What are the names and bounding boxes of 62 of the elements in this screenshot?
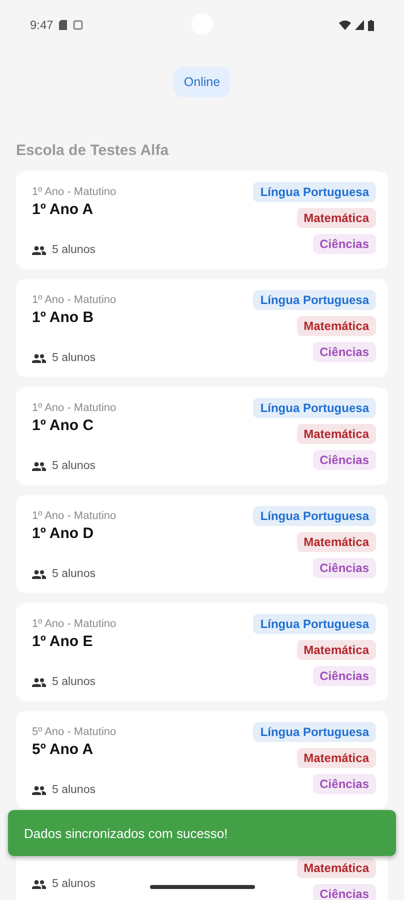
subject-tag: Língua Portuguesa xyxy=(253,182,376,202)
class-name: 5º Ano A xyxy=(32,741,94,758)
student-count: 5 alunos xyxy=(52,784,96,796)
subject-tag: Ciências xyxy=(312,342,376,362)
people-icon xyxy=(32,462,46,470)
class-name: 1º Ano B xyxy=(32,309,95,326)
subject-tag: Língua Portuguesa xyxy=(253,614,376,634)
snackbar-message: Dados sincronizados com sucesso! xyxy=(24,826,228,840)
subject-tag: Matemática xyxy=(296,858,376,878)
people-icon xyxy=(32,354,46,362)
subject-tag: Matemática xyxy=(296,640,376,660)
subject-tag: Língua Portuguesa xyxy=(253,290,376,310)
student-count: 5 alunos xyxy=(52,676,96,688)
subject-tag: Língua Portuguesa xyxy=(253,722,376,742)
subject-tag: Ciências xyxy=(312,884,376,900)
class-card[interactable]: 1º Ano - Matutino 1º Ano E 5 alunos Língua Portuguesa Matemática Ciências xyxy=(16,603,388,701)
subject-tag: Matemática xyxy=(296,532,376,552)
status-chip: Online xyxy=(174,67,230,97)
people-icon xyxy=(32,678,46,686)
clock-time: 9:47 xyxy=(30,18,54,32)
subject-tag: Língua Portuguesa xyxy=(253,506,376,526)
class-name: 1º Ano A xyxy=(32,201,94,218)
class-name: 1º Ano D xyxy=(32,525,95,542)
subject-tag: Língua Portuguesa xyxy=(253,398,376,418)
class-name: 1º Ano C xyxy=(32,417,95,434)
subject-tag: Matemática xyxy=(296,208,376,228)
class-shift: 1º Ano - Matutino xyxy=(32,618,118,630)
subject-tag: Ciências xyxy=(312,774,376,794)
class-shift: 1º Ano - Matutino xyxy=(32,294,118,306)
student-count: 5 alunos xyxy=(52,352,96,364)
signal-icon xyxy=(355,20,364,30)
sim-card-icon xyxy=(59,20,68,30)
people-icon xyxy=(32,786,46,794)
class-card[interactable]: 1º Ano - Matutino 1º Ano A 5 alunos Língua Portuguesa Matemática Ciências xyxy=(16,171,388,269)
class-card[interactable]: 1º Ano - Matutino 1º Ano B 5 alunos Língua Portuguesa Matemática Ciências xyxy=(16,279,388,377)
class-shift: 5º Ano - Matutino xyxy=(32,726,118,738)
subject-tag: Ciências xyxy=(312,666,376,686)
subject-tag: Matemática xyxy=(296,316,376,336)
student-count: 5 alunos xyxy=(52,244,96,256)
subject-tag: Matemática xyxy=(296,748,376,768)
subject-tag: Ciências xyxy=(312,450,376,470)
student-count: 5 alunos xyxy=(52,878,96,890)
class-shift: 1º Ano - Matutino xyxy=(32,186,118,198)
student-count: 5 alunos xyxy=(52,568,96,580)
school-name: Escola de Testes Alfa xyxy=(16,143,170,159)
class-card[interactable]: 1º Ano - Matutino 1º Ano D 5 alunos Língua Portuguesa Matemática Ciências xyxy=(16,495,388,593)
people-icon xyxy=(32,246,46,254)
square-icon xyxy=(73,20,84,30)
subject-tag: Ciências xyxy=(312,234,376,254)
people-icon xyxy=(32,570,46,578)
class-card[interactable]: 1º Ano - Matutino 1º Ano C 5 alunos Língua Portuguesa Matemática Ciências xyxy=(16,387,388,485)
subject-tag: Ciências xyxy=(312,558,376,578)
people-icon xyxy=(32,880,46,888)
class-shift: 1º Ano - Matutino xyxy=(32,402,118,414)
student-count: 5 alunos xyxy=(52,460,96,472)
class-name: 1º Ano E xyxy=(32,633,94,650)
class-shift: 1º Ano - Matutino xyxy=(32,510,118,522)
subject-tag: Matemática xyxy=(296,424,376,444)
home-indicator[interactable] xyxy=(150,885,255,889)
battery-icon xyxy=(368,20,374,30)
class-card[interactable]: 5º Ano - Matutino 5º Ano A 5 alunos Língua Portuguesa Matemática Ciências xyxy=(16,711,388,809)
wifi-icon xyxy=(339,20,351,30)
